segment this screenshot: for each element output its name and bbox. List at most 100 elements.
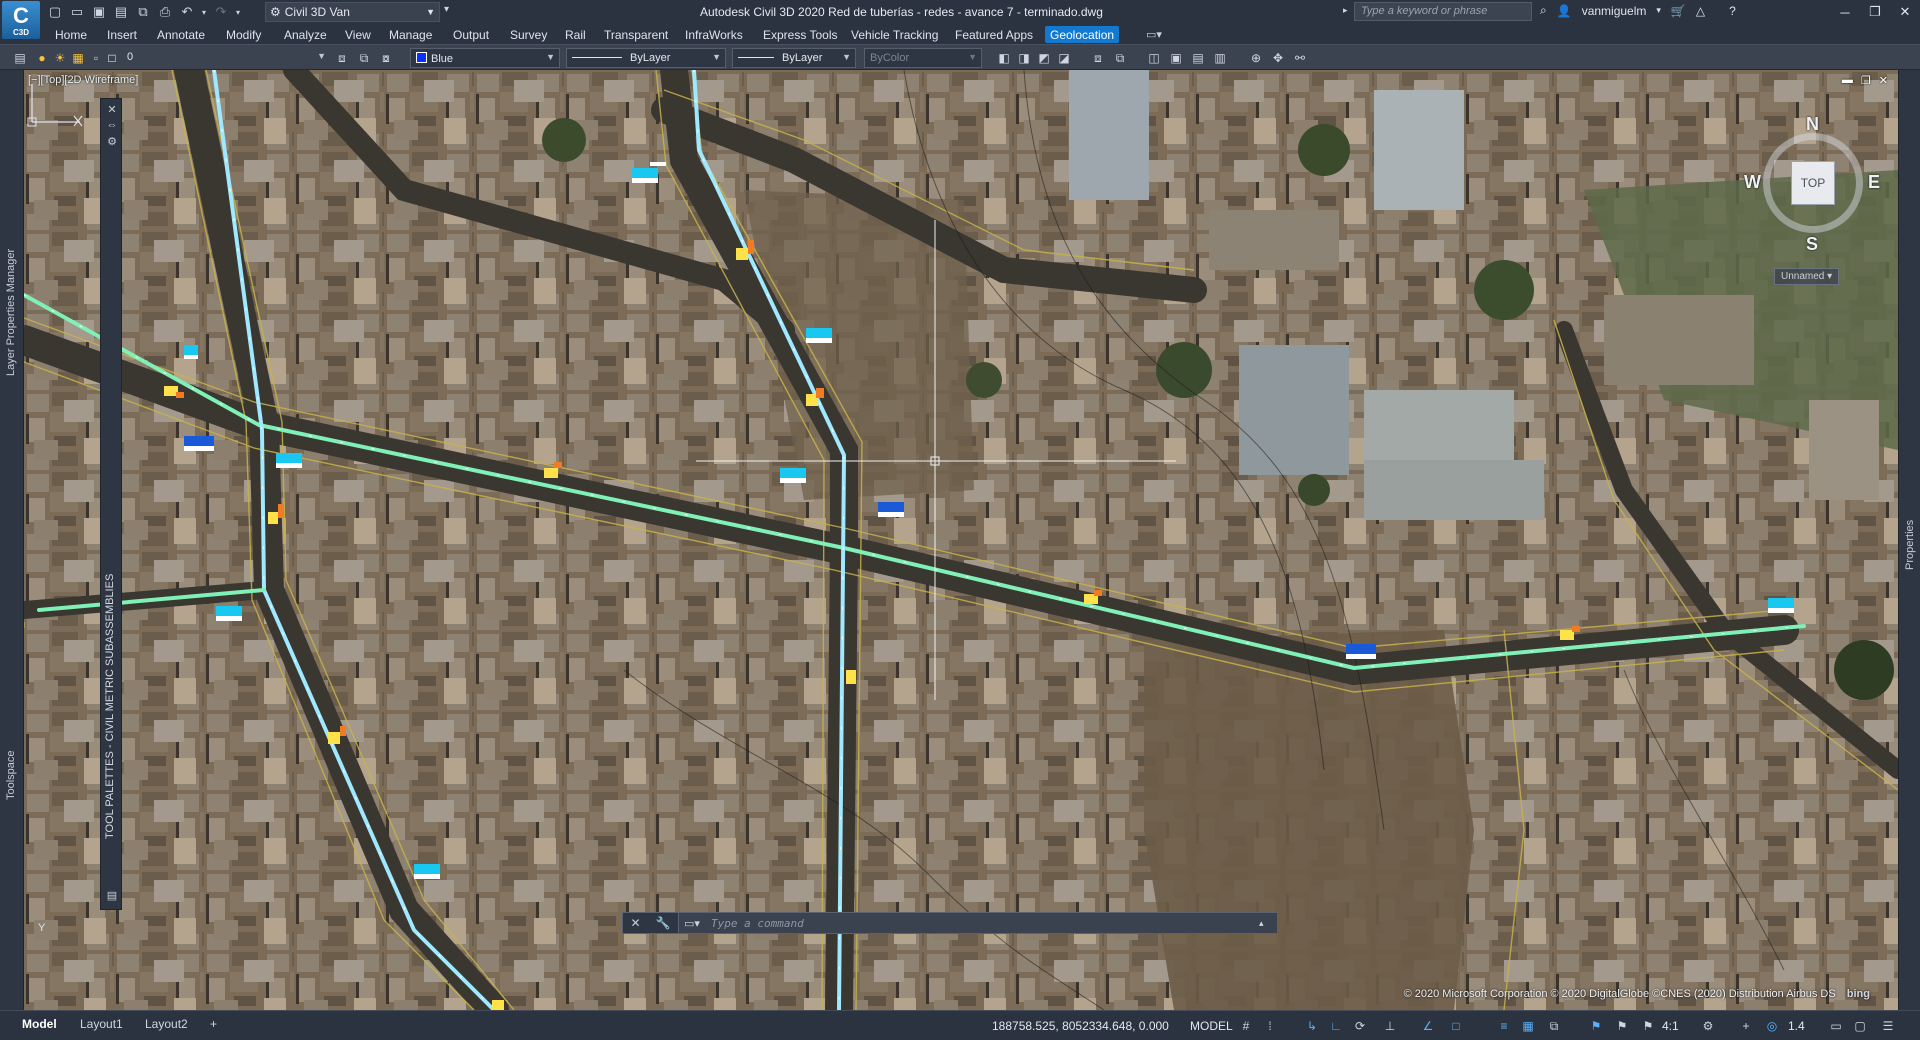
compass-south[interactable]: S [1806,234,1818,255]
annotation-scale-icon[interactable]: ⚑ [1640,1018,1656,1034]
model-space-toggle[interactable]: MODEL [1190,1019,1233,1033]
plot-icon[interactable]: ⎙ [156,3,174,21]
undo-icon[interactable]: ↶ [178,3,196,21]
annotation-scale-value[interactable]: 4:1 [1662,1019,1679,1033]
ribbon-display-toggle-icon[interactable]: ▭▾ [1146,28,1162,41]
binoculars-icon[interactable]: ⌕ [1540,3,1547,18]
minimize-icon[interactable]: ▬ [1842,74,1853,87]
polar-tracking-icon[interactable]: ⟳ [1352,1018,1368,1034]
layer-dropdown[interactable]: 0 ▼ [122,48,330,68]
palette-settings-icon[interactable]: ⚙ [105,135,119,149]
compass-west[interactable]: W [1744,172,1761,193]
help-search-input[interactable]: Type a keyword or phrase [1354,2,1532,21]
tab-layout1[interactable]: Layout1 [80,1017,123,1031]
compass-north[interactable]: N [1806,114,1819,135]
tab-layout2[interactable]: Layout2 [145,1017,188,1031]
lineweight-dropdown[interactable]: ByLayer ▼ [732,48,856,68]
color-dropdown[interactable]: Blue ▼ [410,48,560,68]
redo-dropdown-icon[interactable]: ▾ [234,3,242,21]
add-layout-button[interactable]: + [210,1017,217,1031]
object-snap-tracking-icon[interactable]: ∠ [1420,1018,1436,1034]
tab-manage[interactable]: Manage [384,26,437,43]
tab-survey[interactable]: Survey [505,26,552,43]
tab-view[interactable]: View [340,26,376,43]
customization-menu-icon[interactable]: ☰ [1880,1018,1896,1034]
bring-above-icon[interactable]: ◪ [1056,50,1072,66]
command-input[interactable]: Type a command [705,917,1259,930]
lineweight-icon[interactable]: ≡ [1496,1018,1512,1034]
link-icon[interactable]: ⚯ [1292,50,1308,66]
plus-icon[interactable]: + [1738,1018,1754,1034]
layer-color-icon[interactable]: □ [104,50,120,66]
hatch-back-icon[interactable]: ◫ [1146,50,1162,66]
close-icon[interactable]: ✕ [1890,0,1920,24]
compass-east[interactable]: E [1868,172,1880,193]
gear-icon[interactable]: ⚙ [1700,1018,1716,1034]
chevron-down-icon[interactable]: ▾ [1656,5,1661,16]
toolspace-tab[interactable]: Toolspace [5,750,17,800]
named-view-dropdown[interactable]: Unnamed ▾ [1774,268,1840,285]
object-snap-icon[interactable]: □ [1448,1018,1464,1034]
redo-icon[interactable]: ↷ [212,3,230,21]
clean-screen-icon[interactable]: ▢ [1852,1018,1868,1034]
new-file-icon[interactable]: ▢ [46,3,64,21]
tab-transparent[interactable]: Transparent [599,26,673,43]
transparency-icon[interactable]: ▦ [1520,1018,1536,1034]
cart-icon[interactable]: 🛒 [1671,4,1686,18]
minimize-icon[interactable]: ─ [1830,0,1860,24]
drawing-viewport[interactable]: [−][Top][2D Wireframe] ▬ ❐ ✕ ✕ ⇔ ⚙ TOOL … [24,70,1898,1010]
snap-icon[interactable]: ⁞ [1262,1018,1278,1034]
group-edit-icon[interactable]: ▥ [1212,50,1228,66]
close-icon[interactable]: ✕ [630,916,640,930]
undo-dropdown-icon[interactable]: ▾ [200,3,208,21]
text-front-icon[interactable]: ⧉ [1112,50,1128,66]
a360-icon[interactable]: △ [1696,4,1705,18]
pan-icon[interactable]: ✥ [1270,50,1286,66]
tab-modify[interactable]: Modify [221,26,266,43]
viewcube[interactable]: TOP N S E W [1744,114,1880,254]
send-under-icon[interactable]: ⧈ [1090,50,1106,66]
isolate-objects-icon[interactable]: ◎ [1764,1018,1780,1034]
isometric-icon[interactable]: ⊥ [1382,1018,1398,1034]
user-name[interactable]: vanmiguelm [1582,4,1647,18]
layer-match-icon[interactable]: ⧇ [378,50,394,66]
ungroup-icon[interactable]: ▤ [1190,50,1206,66]
tab-model[interactable]: Model [22,1017,57,1031]
hardware-acceleration-icon[interactable]: ▭ [1828,1018,1844,1034]
save-as-icon[interactable]: ▤ [112,3,130,21]
auto-hide-icon[interactable]: ⇔ [105,119,119,133]
sun-freeze-icon[interactable]: ☀ [52,50,68,66]
zoom-value[interactable]: 1.4 [1788,1019,1805,1033]
qat-customize-icon[interactable]: ▾ [444,4,449,15]
layer-properties-icon[interactable]: ▤ [12,50,28,66]
cursor-coordinates[interactable]: 188758.525, 8052334.648, 0.000 [992,1019,1169,1033]
application-menu-button[interactable]: C C3D [2,1,40,39]
bring-front-icon[interactable]: ◨ [1016,50,1032,66]
help-icon[interactable]: ? [1729,4,1736,18]
palette-menu-icon[interactable]: ▤ [105,889,119,903]
group-icon[interactable]: ▣ [1168,50,1184,66]
tab-insert[interactable]: Insert [102,26,142,43]
grid-icon[interactable]: # [1238,1018,1254,1034]
command-expand-icon[interactable]: ▴ [1259,918,1277,929]
close-icon[interactable]: ✕ [105,103,119,117]
ortho-icon[interactable]: ∟ [1328,1018,1344,1034]
infer-constraints-icon[interactable]: ↳ [1304,1018,1320,1034]
command-history-icon[interactable]: ▭▾ [679,917,705,930]
orbit-icon[interactable]: ⊕ [1248,50,1264,66]
open-folder-icon[interactable]: ▭ [68,3,86,21]
search-expand-icon[interactable]: ▸ [1343,5,1348,16]
layer-properties-manager-tab[interactable]: Layer Properties Manager [5,249,17,376]
save-icon[interactable]: ▣ [90,3,108,21]
annotation-visibility-icon[interactable]: ⚑ [1588,1018,1604,1034]
tab-featured-apps[interactable]: Featured Apps [950,26,1038,43]
auto-scale-icon[interactable]: ⚑ [1614,1018,1630,1034]
layer-previous-icon[interactable]: ⧉ [356,50,372,66]
tab-infraworks[interactable]: InfraWorks [680,26,748,43]
send-back-icon[interactable]: ◩ [1036,50,1052,66]
tab-geolocation[interactable]: Geolocation [1045,26,1120,43]
tab-annotate[interactable]: Annotate [152,26,210,43]
layer-on-icon[interactable]: ● [34,50,50,66]
make-current-layer-icon[interactable]: ⧈ [334,50,350,66]
tab-output[interactable]: Output [448,26,494,43]
